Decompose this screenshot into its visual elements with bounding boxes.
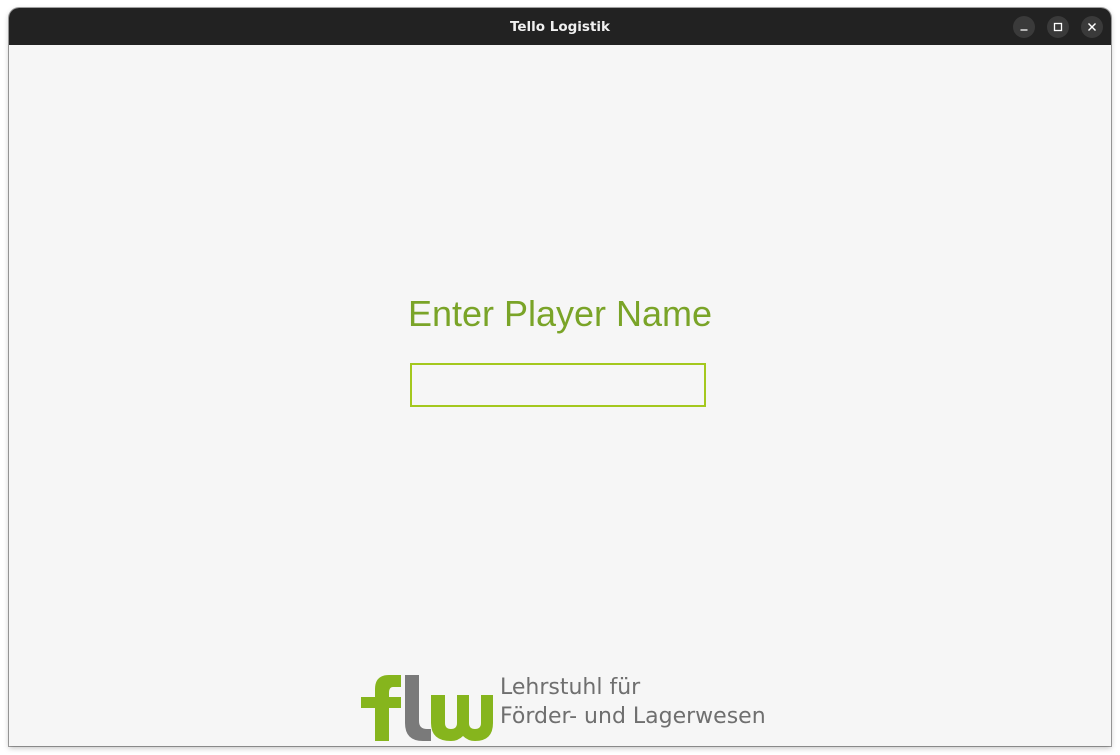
minimize-button[interactable] [1013, 16, 1035, 38]
flw-logo: Lehrstuhl für Förder- und Lagerwesen [361, 673, 781, 746]
flw-logo-text: Lehrstuhl für Förder- und Lagerwesen [500, 673, 766, 731]
close-icon [1088, 23, 1096, 31]
app-window: Tello Logistik Enter Player Name Lehrstu… [9, 8, 1111, 746]
maximize-button[interactable] [1047, 16, 1069, 38]
logo-line-2: Förder- und Lagerwesen [500, 704, 766, 729]
page-heading: Enter Player Name [407, 293, 713, 334]
flw-logo-mark [361, 675, 493, 741]
window-title: Tello Logistik [509, 18, 611, 35]
close-button[interactable] [1081, 16, 1103, 38]
main-content: Enter Player Name Lehrstuhl für Förder- … [9, 45, 1111, 746]
minimize-icon [1020, 29, 1028, 31]
logo-line-1: Lehrstuhl für [500, 675, 641, 700]
player-name-input[interactable] [410, 363, 706, 407]
maximize-icon [1053, 22, 1063, 32]
titlebar[interactable]: Tello Logistik [9, 8, 1111, 45]
